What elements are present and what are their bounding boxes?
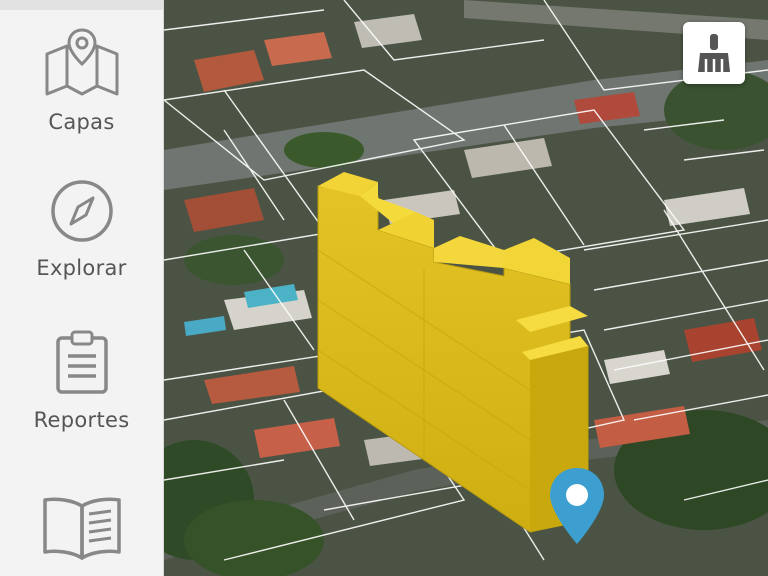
sidebar-item-label: Reportes	[33, 408, 130, 432]
sidebar-item-label: Capas	[48, 110, 115, 134]
clipboard-icon	[0, 328, 163, 400]
sidebar: Capas Explorar Reportes	[0, 0, 164, 576]
sidebar-top-strip	[0, 0, 163, 10]
location-pin-icon[interactable]	[548, 466, 606, 546]
map-icon	[0, 26, 163, 102]
map-3d-view[interactable]	[164, 0, 768, 576]
sidebar-item-documentos[interactable]	[0, 494, 163, 564]
sidebar-item-capas[interactable]: Capas	[0, 26, 163, 134]
sidebar-item-reportes[interactable]: Reportes	[0, 328, 163, 432]
broom-icon	[683, 31, 745, 75]
sidebar-item-label: Explorar	[36, 256, 127, 280]
satellite-imagery	[164, 0, 768, 576]
compass-icon	[0, 178, 163, 248]
book-icon	[0, 494, 163, 564]
clean-map-button[interactable]	[683, 22, 745, 84]
sidebar-item-explorar[interactable]: Explorar	[0, 178, 163, 280]
